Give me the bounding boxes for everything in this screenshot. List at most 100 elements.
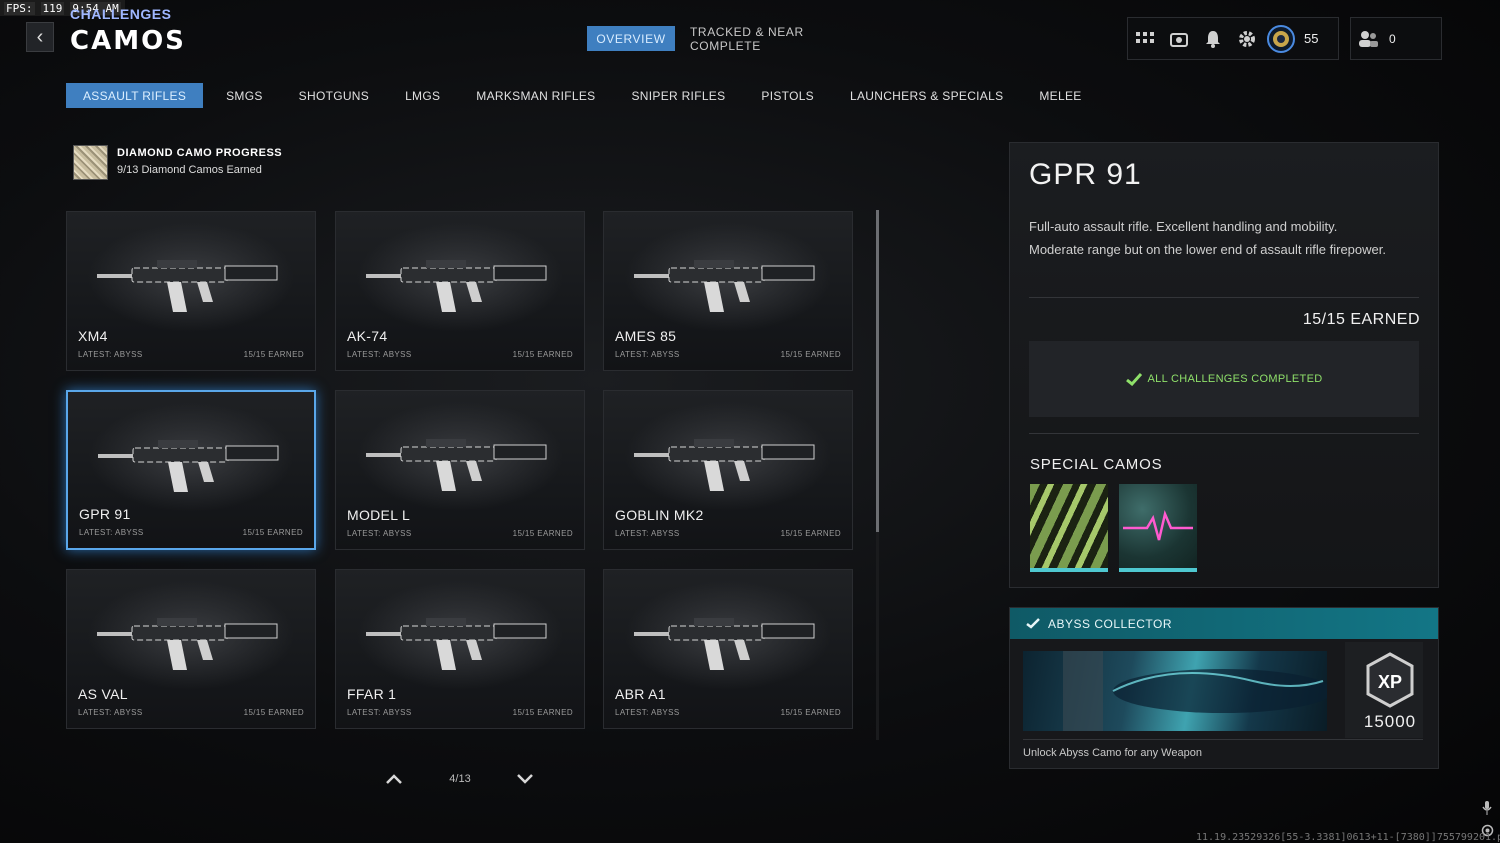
weapon-card[interactable]: GPR 91 LATEST: ABYSS 15/15 EARNED [66, 390, 316, 550]
fps-value: 119 [40, 1, 65, 15]
weapon-image [97, 618, 278, 670]
tab-sniper-rifles[interactable]: SNIPER RIFLES [618, 83, 738, 108]
friends-button[interactable]: 0 [1350, 17, 1442, 60]
weapon-image [98, 440, 279, 492]
special-camo-tile[interactable] [1030, 484, 1108, 572]
weapon-name: ABR A1 [615, 686, 666, 702]
heartbeat-icon [1123, 509, 1193, 541]
weapon-name: AMES 85 [615, 328, 677, 344]
divider [1029, 433, 1419, 434]
weapon-earned-count: 15/15 EARNED [243, 350, 304, 359]
chevron-left-icon: ‹ [36, 25, 44, 48]
grid-menu-icon[interactable] [1128, 18, 1162, 59]
weapon-name: MODEL L [347, 507, 411, 523]
rank-emblem-icon[interactable] [1264, 18, 1298, 59]
weapon-latest-camo: LATEST: ABYSS [78, 350, 143, 359]
weapon-latest-camo: LATEST: ABYSS [347, 529, 412, 538]
weapon-earned-count: 15/15 EARNED [512, 708, 573, 717]
weapon-earned-count: 15/15 EARNED [242, 528, 303, 537]
tab-marksman-rifles[interactable]: MARKSMAN RIFLES [463, 83, 608, 108]
weapon-earned-count: 15/15 EARNED [512, 529, 573, 538]
tab-tracked-near-complete[interactable]: TRACKED & NEAR COMPLETE [690, 25, 854, 53]
special-camo-tile[interactable] [1119, 484, 1197, 572]
weapon-latest-camo: LATEST: ABYSS [347, 708, 412, 717]
friends-icon [1351, 18, 1385, 59]
page-title: CAMOS [70, 26, 186, 56]
tab-melee[interactable]: MELEE [1026, 83, 1094, 108]
page-up-button[interactable] [385, 771, 403, 787]
weapon-image [634, 439, 815, 491]
weapon-name: XM4 [78, 328, 108, 344]
hud-toolbar: 55 [1127, 17, 1339, 60]
xp-reward-value: 15000 [1363, 712, 1417, 731]
friends-count: 0 [1389, 31, 1396, 46]
weapon-card[interactable]: AMES 85 LATEST: ABYSS 15/15 EARNED [603, 211, 853, 371]
weapon-card[interactable]: GOBLIN MK2 LATEST: ABYSS 15/15 EARNED [603, 390, 853, 550]
abyss-collector-title: ABYSS COLLECTOR [1048, 616, 1172, 631]
weapon-image [366, 439, 547, 491]
special-camos-title: SPECIAL CAMOS [1030, 456, 1163, 473]
store-icon[interactable] [1162, 18, 1196, 59]
build-version: 11.19.23529326[55-3.3381]0613+11-[7380]]… [1196, 832, 1500, 843]
checkmark-icon [1125, 372, 1142, 386]
weapon-name: FFAR 1 [347, 686, 397, 702]
weapon-latest-camo: LATEST: ABYSS [78, 708, 143, 717]
weapon-earned-count: 15/15 EARNED [780, 350, 841, 359]
weapon-earned-count: 15/15 EARNED [243, 708, 304, 717]
chevron-up-icon [386, 774, 402, 784]
weapon-latest-camo: LATEST: ABYSS [347, 350, 412, 359]
challenges-complete-box: ALL CHALLENGES COMPLETED [1029, 341, 1419, 417]
weapon-card[interactable]: AS VAL LATEST: ABYSS 15/15 EARNED [66, 569, 316, 729]
weapon-latest-camo: LATEST: ABYSS [615, 529, 680, 538]
weapon-card[interactable]: AK-74 LATEST: ABYSS 15/15 EARNED [335, 211, 585, 371]
tab-lmgs[interactable]: LMGS [392, 83, 453, 108]
weapon-name: AS VAL [78, 686, 128, 702]
diamond-progress-subtitle: 9/13 Diamond Camos Earned [117, 164, 262, 176]
tab-pistols[interactable]: PISTOLS [748, 83, 827, 108]
chevron-down-icon [517, 774, 533, 784]
tab-overview[interactable]: OVERVIEW [587, 26, 675, 51]
back-button[interactable]: ‹ [26, 22, 54, 52]
xp-badge-icon: XP [1366, 652, 1414, 708]
divider [1023, 739, 1423, 740]
weapon-card[interactable]: XM4 LATEST: ABYSS 15/15 EARNED [66, 211, 316, 371]
detail-earned-count: 15/15 EARNED [1302, 311, 1420, 328]
weapon-name: AK-74 [347, 328, 388, 344]
checkmark-icon [1026, 618, 1040, 629]
scrollbar-thumb[interactable] [876, 210, 879, 532]
weapon-card[interactable]: MODEL L LATEST: ABYSS 15/15 EARNED [335, 390, 585, 550]
weapon-image [634, 618, 815, 670]
breadcrumb[interactable]: CHALLENGES [70, 6, 171, 22]
weapon-card[interactable]: FFAR 1 LATEST: ABYSS 15/15 EARNED [335, 569, 585, 729]
tab-assault-rifles[interactable]: ASSAULT RIFLES [66, 83, 204, 108]
abyss-collector-description: Unlock Abyss Camo for any Weapon [1023, 747, 1202, 759]
weapon-image [634, 260, 815, 312]
page-down-button[interactable] [516, 771, 534, 787]
weapon-name: GPR 91 [79, 506, 131, 522]
tab-launchers-specials[interactable]: LAUNCHERS & SPECIALS [837, 83, 1016, 108]
weapon-latest-camo: LATEST: ABYSS [79, 528, 144, 537]
tab-smgs[interactable]: SMGS [213, 83, 276, 108]
weapon-image [366, 618, 547, 670]
weapon-card[interactable]: ABR A1 LATEST: ABYSS 15/15 EARNED [603, 569, 853, 729]
page-indicator: 4/13 [449, 773, 471, 785]
weapon-image [97, 260, 278, 312]
weapon-latest-camo: LATEST: ABYSS [615, 708, 680, 717]
svg-text:XP: XP [1378, 672, 1402, 692]
weapon-earned-count: 15/15 EARNED [780, 708, 841, 717]
challenges-complete-text: ALL CHALLENGES COMPLETED [1147, 373, 1323, 385]
weapon-name: GOBLIN MK2 [615, 507, 704, 523]
weapon-earned-count: 15/15 EARNED [512, 350, 573, 359]
divider [1029, 297, 1419, 298]
fps-label: FPS: [4, 1, 35, 15]
diamond-progress-title: DIAMOND CAMO PROGRESS [117, 147, 283, 159]
diamond-camo-icon [73, 145, 108, 180]
weapon-earned-count: 15/15 EARNED [780, 529, 841, 538]
detail-weapon-name: GPR 91 [1029, 158, 1142, 191]
player-level: 55 [1304, 31, 1319, 46]
detail-description: Full-auto assault rifle. Excellent handl… [1029, 219, 1386, 257]
settings-gear-icon[interactable] [1230, 18, 1264, 59]
notification-bell-icon[interactable] [1196, 18, 1230, 59]
tab-shotguns[interactable]: SHOTGUNS [286, 83, 382, 108]
abyss-reward-image [1023, 651, 1327, 731]
